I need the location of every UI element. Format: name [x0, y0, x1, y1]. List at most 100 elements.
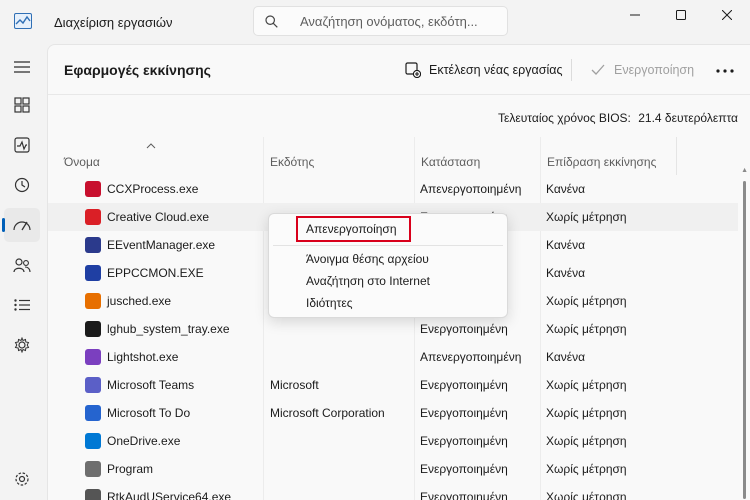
nav-item-users[interactable] — [4, 248, 40, 282]
cell-status: Απενεργοποιημένη — [420, 350, 522, 364]
enable-label: Ενεργοποίηση — [614, 63, 695, 77]
navigation-pane — [0, 44, 44, 500]
column-impact-label: Επίδραση εκκίνησης — [547, 155, 657, 169]
cell-name: Program — [107, 462, 154, 476]
more-options-icon[interactable] — [716, 69, 734, 73]
cell-impact: Χωρίς μέτρηση — [546, 462, 627, 476]
cell-name: RtkAudUService64.exe — [107, 490, 232, 500]
nav-item-performance[interactable] — [4, 128, 40, 162]
nav-item-processes[interactable] — [4, 88, 40, 122]
column-header-name[interactable]: Όνομα — [48, 137, 263, 175]
bios-time-value: 21.4 δευτερόλεπτα — [638, 111, 738, 125]
nav-item-app-history[interactable] — [4, 168, 40, 202]
column-publisher-label: Εκδότης — [270, 155, 315, 169]
realtek-icon — [85, 489, 101, 500]
vertical-scrollbar[interactable] — [743, 181, 746, 499]
eventmanager-icon — [85, 237, 101, 253]
adobe-ccx-icon — [85, 181, 101, 197]
nav-item-details[interactable] — [4, 288, 40, 322]
search-box[interactable]: Αναζήτηση ονόματος, εκδότη... — [253, 6, 508, 36]
cell-impact: Χωρίς μέτρηση — [546, 378, 627, 392]
cell-name: Microsoft To Do — [107, 406, 191, 420]
bios-time-label: Τελευταίος χρόνος BIOS: — [498, 111, 631, 125]
maximize-icon — [676, 10, 686, 20]
services-icon — [14, 337, 30, 353]
enable-button[interactable]: Ενεργοποίηση — [590, 59, 694, 81]
maximize-button[interactable] — [658, 0, 704, 30]
title-bar: Διαχείριση εργασιών Αναζήτηση ονόματος, … — [0, 0, 750, 44]
cell-name: CCXProcess.exe — [107, 182, 199, 196]
table-row[interactable]: Program Ενεργοποιημένη Χωρίς μέτρηση — [48, 455, 738, 483]
cell-name: jusched.exe — [107, 294, 172, 308]
column-name-label: Όνομα — [64, 155, 100, 169]
cell-status: Ενεργοποιημένη — [420, 406, 508, 420]
search-icon — [265, 15, 278, 28]
eppccmon-icon — [85, 265, 101, 281]
run-new-task-label: Εκτέλεση νέας εργασίας — [429, 63, 563, 77]
checkmark-icon — [591, 64, 605, 75]
table-row[interactable]: Microsoft To Do Microsoft Corporation Ενερ… — [48, 399, 738, 427]
cell-impact: Κανένα — [546, 182, 586, 196]
sort-ascending-icon — [146, 143, 156, 149]
cell-impact: Χωρίς μέτρηση — [546, 406, 627, 420]
close-button[interactable] — [704, 0, 750, 30]
creative-cloud-icon — [85, 209, 101, 225]
details-icon — [14, 299, 30, 311]
app-title: Διαχείριση εργασιών — [54, 15, 173, 30]
cell-status: Ενεργοποιημένη — [420, 378, 508, 392]
settings-gear-icon — [15, 472, 29, 486]
cell-name: Microsoft Teams — [107, 378, 195, 392]
table-row[interactable]: CCXProcess.exe Απενεργοποιημένη Κανένα — [48, 175, 738, 203]
nav-menu-toggle[interactable] — [4, 50, 40, 84]
minimize-button[interactable] — [612, 0, 658, 30]
cell-impact: Χωρίς μέτρηση — [546, 322, 627, 336]
search-placeholder: Αναζήτηση ονόματος, εκδότη... — [300, 14, 478, 29]
menu-item-properties[interactable]: Ιδιότητες — [306, 296, 352, 310]
lightshot-icon — [85, 349, 101, 365]
cell-impact: Κανένα — [546, 238, 586, 252]
program-file-icon — [85, 461, 101, 477]
cell-name: EEventManager.exe — [107, 238, 216, 252]
cell-name: OneDrive.exe — [107, 434, 181, 448]
processes-icon — [14, 97, 30, 113]
table-row[interactable]: lghub_system_tray.exe Ενεργοποιημένη Χωρίς… — [48, 315, 738, 343]
command-separator — [571, 59, 572, 81]
column-header-spacer — [676, 137, 750, 175]
cell-status: Ενεργοποιημένη — [420, 322, 508, 336]
java-icon — [85, 293, 101, 309]
cell-status: Απενεργοποιημένη — [420, 182, 522, 196]
menu-separator — [273, 245, 503, 246]
app-history-icon — [14, 177, 30, 193]
table-row[interactable]: RtkAudUService64.exe Ενεργοποιημένη Χωρίς … — [48, 483, 738, 500]
column-header-impact[interactable]: Επίδραση εκκίνησης — [540, 137, 676, 175]
nav-item-services[interactable] — [4, 328, 40, 362]
cell-status: Ενεργοποιημένη — [420, 434, 508, 448]
table-row[interactable]: Lightshot.exe Απενεργοποιημένη Κανένα — [48, 343, 738, 371]
column-header-publisher[interactable]: Εκδότης — [263, 137, 414, 175]
command-bar: Εφαρμογές εκκίνησης Εκτέλεση νέας εργασί… — [48, 45, 750, 95]
cell-status: Ενεργοποιημένη — [420, 462, 508, 476]
cell-name: Lightshot.exe — [107, 350, 179, 364]
hamburger-menu-icon — [14, 61, 30, 73]
table-row[interactable]: OneDrive.exe Ενεργοποιημένη Χωρίς μέτρηση — [48, 427, 738, 455]
scroll-up-arrow[interactable]: ▲ — [741, 167, 748, 174]
cell-impact: Χωρίς μέτρηση — [546, 434, 627, 448]
cell-name: Creative Cloud.exe — [107, 210, 210, 224]
run-new-task-button[interactable]: Εκτέλεση νέας εργασίας — [405, 59, 563, 81]
table-header: Όνομα Εκδότης Κατάσταση Επίδραση εκκίνησ… — [48, 137, 750, 175]
table-row[interactable]: Microsoft Teams Microsoft Ενεργοποιημένη Χω… — [48, 371, 738, 399]
users-icon — [13, 258, 31, 273]
column-header-status[interactable]: Κατάσταση — [414, 137, 540, 175]
cell-name: EPPCCMON.EXE — [107, 266, 204, 280]
menu-item-search-online[interactable]: Αναζήτηση στο Internet — [306, 274, 430, 288]
menu-item-open-file-location[interactable]: Άνοιγμα θέσης αρχείου — [306, 252, 429, 266]
nav-item-settings[interactable] — [4, 462, 40, 496]
performance-icon — [14, 137, 30, 153]
cell-impact: Χωρίς μέτρηση — [546, 294, 627, 308]
menu-item-disable[interactable]: Απενεργοποίηση — [306, 222, 397, 236]
cell-impact: Κανένα — [546, 266, 586, 280]
column-status-label: Κατάσταση — [421, 155, 481, 169]
cell-impact: Χωρίς μέτρηση — [546, 210, 627, 224]
bios-time: Τελευταίος χρόνος BIOS: 21.4 δευτερόλεπτ… — [498, 111, 738, 125]
nav-item-startup-apps[interactable] — [2, 208, 40, 242]
